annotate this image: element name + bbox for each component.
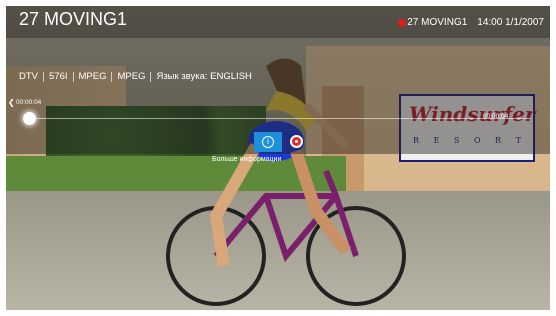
tag-resolution: 576I	[49, 71, 68, 82]
channel-header: 27 MOVING1 27 MOVING1 14:00 1/1/2007	[6, 6, 550, 38]
record-icon	[292, 137, 301, 146]
recording-channel: 27 MOVING1	[407, 17, 468, 28]
tag-divider	[43, 71, 44, 82]
clock: 14:00 1/1/2007	[477, 17, 544, 28]
tag-dtv: DTV	[19, 71, 38, 82]
end-time: 00:00:04	[483, 113, 509, 120]
status-area: 27 MOVING1 14:00 1/1/2007	[398, 17, 544, 28]
chevron-left-icon[interactable]: ❮	[8, 98, 15, 107]
tag-divider	[150, 71, 152, 82]
progress-track[interactable]	[30, 118, 530, 119]
tag-audio-codec: MPEG	[117, 71, 146, 82]
progress-knob[interactable]	[23, 112, 36, 125]
record-button[interactable]	[290, 135, 303, 148]
record-icon-center	[295, 140, 298, 143]
tv-screen: Windsurfer R E S O R T 27 MOVING1 27 MOV…	[6, 6, 550, 310]
channel-title: 27 MOVING1	[19, 9, 128, 29]
stream-info-tags: DTV 576I MPEG MPEG Язык звука: ENGLISH	[19, 71, 252, 82]
tag-divider	[72, 71, 74, 82]
tag-audio-language: Язык звука: ENGLISH	[156, 71, 252, 82]
more-info-label: Больше информации	[212, 156, 282, 163]
current-time: 00:00:04	[16, 99, 42, 106]
recording-dot-icon	[398, 18, 407, 27]
more-info-button[interactable]: i	[254, 132, 282, 152]
tag-video-codec: MPEG	[78, 71, 107, 82]
info-icon: i	[262, 136, 274, 148]
tag-divider	[111, 71, 113, 82]
